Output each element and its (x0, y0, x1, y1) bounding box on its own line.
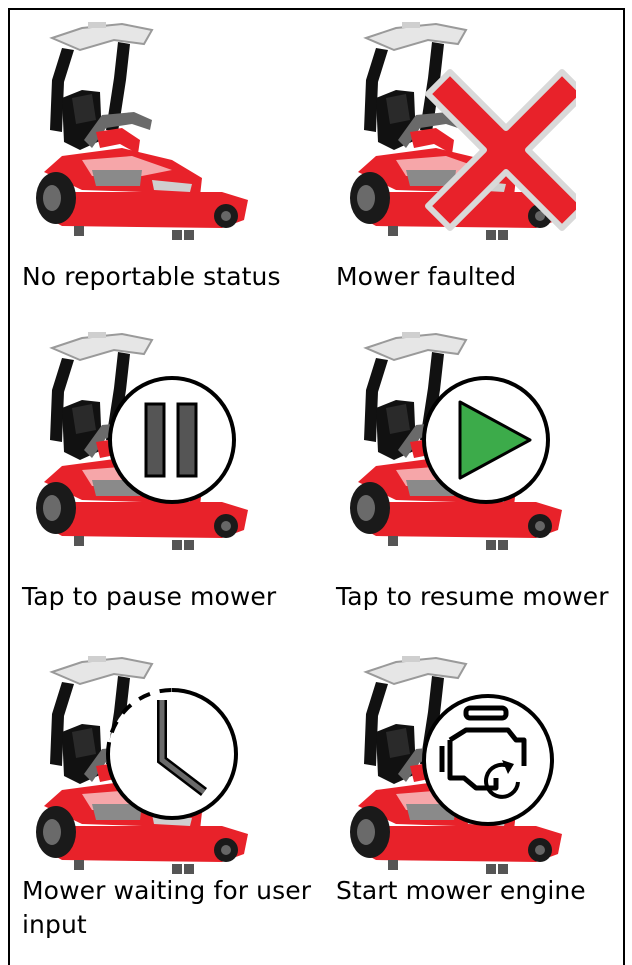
status-label: Mower waiting for user input (22, 876, 312, 939)
mower-icon (35, 21, 249, 241)
pause-icon[interactable] (22, 330, 262, 560)
status-label: Start mower engine (336, 876, 586, 905)
status-label: Tap to resume mower (336, 582, 609, 611)
status-mower-faulted: Mower faulted (336, 20, 626, 320)
clock-icon (106, 688, 238, 820)
status-no-reportable: No reportable status (22, 20, 312, 320)
status-label: No reportable status (22, 262, 281, 291)
engine-icon[interactable] (336, 654, 576, 884)
status-start-engine[interactable]: Start mower engine (336, 654, 626, 954)
red-x-icon (425, 69, 576, 231)
status-waiting-input: Mower waiting for user input (22, 654, 312, 954)
status-label: Mower faulted (336, 262, 517, 291)
play-icon[interactable] (336, 330, 576, 560)
status-label: Tap to pause mower (22, 582, 277, 611)
status-resume-mower[interactable]: Tap to resume mower (336, 330, 626, 630)
status-pause-mower[interactable]: Tap to pause mower (22, 330, 312, 630)
